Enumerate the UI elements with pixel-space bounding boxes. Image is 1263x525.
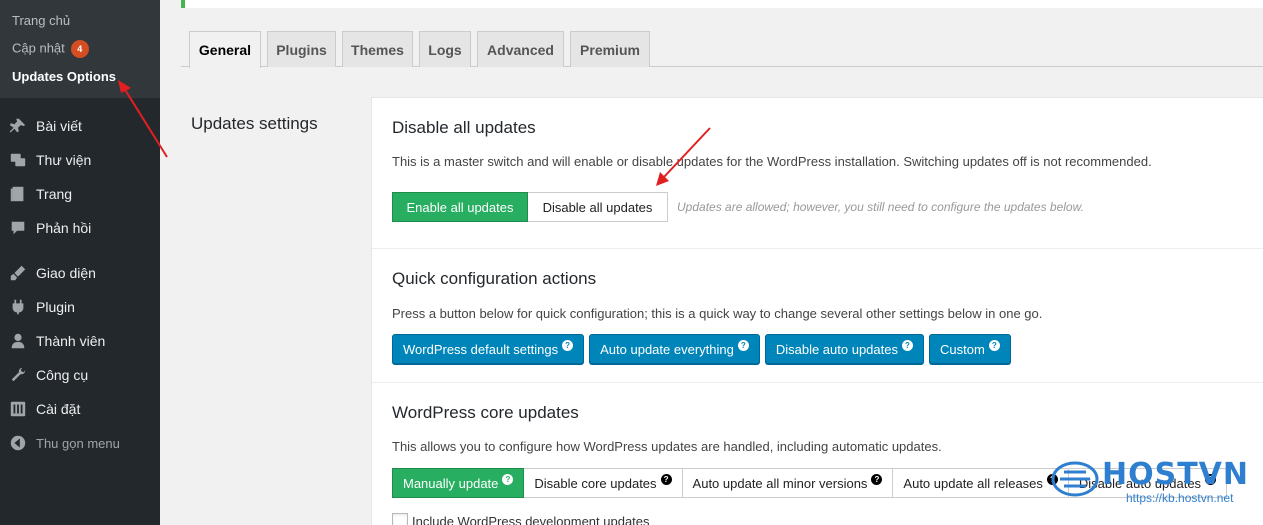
tab-themes[interactable]: Themes xyxy=(342,31,413,67)
section-divider xyxy=(372,248,1263,249)
pin-icon xyxy=(0,117,36,135)
tab-plugins[interactable]: Plugins xyxy=(267,31,336,67)
updates-settings-title: Updates settings xyxy=(191,114,318,133)
updates-submenu: Trang chủ Cập nhật 4 Updates Options xyxy=(0,0,160,98)
submenu-updates-label: Cập nhật xyxy=(12,40,65,56)
include-dev-updates-checkbox[interactable]: Include WordPress development updates xyxy=(392,513,650,525)
tab-general[interactable]: General xyxy=(189,31,261,68)
help-icon: ? xyxy=(660,473,672,485)
menu-appearance[interactable]: Giao diện xyxy=(0,256,160,290)
menu-pages-label: Trang xyxy=(36,186,73,202)
plugin-icon xyxy=(0,298,36,316)
checkbox-box[interactable] xyxy=(392,513,408,525)
quick-config-buttons: WordPress default settings? Auto update … xyxy=(392,334,1016,364)
tools-icon xyxy=(0,366,36,384)
auto-update-everything-button[interactable]: Auto update everything? xyxy=(589,334,760,364)
submenu-updates[interactable]: Cập nhật 4 xyxy=(12,40,89,58)
manually-update-label: Manually update xyxy=(403,475,499,491)
auto-update-minor-button[interactable]: Auto update all minor versions? xyxy=(682,468,894,498)
help-icon: ? xyxy=(871,473,883,485)
page-icon xyxy=(0,185,36,203)
appearance-icon xyxy=(0,264,36,282)
help-icon: ? xyxy=(737,339,749,351)
admin-sidebar: Trang chủ Cập nhật 4 Updates Options Bài … xyxy=(0,0,160,525)
menu-plugins[interactable]: Plugin xyxy=(0,290,160,324)
menu-media[interactable]: Thư viện xyxy=(0,143,160,177)
menu-media-label: Thư viện xyxy=(36,152,92,168)
quick-config-description: Press a button below for quick configura… xyxy=(392,306,1043,321)
disable-auto-updates-label: Disable auto updates xyxy=(775,341,898,357)
media-icon xyxy=(0,151,36,169)
menu-comments[interactable]: Phản hồi xyxy=(0,211,160,245)
wordpress-default-settings-label: WordPress default settings xyxy=(403,341,559,357)
menu-comments-label: Phản hồi xyxy=(36,220,92,236)
comments-icon xyxy=(0,219,36,237)
custom-button[interactable]: Custom? xyxy=(929,334,1011,364)
submenu-home[interactable]: Trang chủ xyxy=(12,13,70,28)
custom-label: Custom xyxy=(940,341,985,357)
settings-icon xyxy=(0,400,36,418)
menu-pages[interactable]: Trang xyxy=(0,177,160,211)
menu-users-label: Thành viên xyxy=(36,333,106,349)
disable-core-updates-button[interactable]: Disable core updates? xyxy=(524,468,683,498)
enable-all-updates-button[interactable]: Enable all updates xyxy=(392,192,528,222)
settings-tabs: General Plugins Themes Logs Advanced Pre… xyxy=(181,31,1263,68)
core-updates-heading: WordPress core updates xyxy=(392,403,579,422)
update-count-badge: 4 xyxy=(70,40,89,58)
tab-premium[interactable]: Premium xyxy=(570,31,650,67)
help-icon: ? xyxy=(988,339,1000,351)
submenu-updates-options[interactable]: Updates Options xyxy=(12,69,116,84)
collapse-menu-label: Thu gọn menu xyxy=(36,435,120,451)
menu-tools[interactable]: Công cụ xyxy=(0,358,160,392)
help-icon: ? xyxy=(902,339,913,351)
hostvn-logo-icon xyxy=(1051,461,1099,497)
tab-logs[interactable]: Logs xyxy=(419,31,471,67)
core-updates-description: This allows you to configure how WordPre… xyxy=(392,439,942,454)
users-icon xyxy=(0,332,36,350)
disable-auto-updates-button[interactable]: Disable auto updates? xyxy=(764,334,924,364)
master-switch-hint: Updates are allowed; however, you still … xyxy=(677,200,1084,214)
section-divider xyxy=(372,382,1263,383)
disable-core-updates-label: Disable core updates xyxy=(534,475,657,491)
collapse-icon xyxy=(0,434,36,452)
wordpress-default-settings-button[interactable]: WordPress default settings? xyxy=(392,334,585,364)
tab-advanced[interactable]: Advanced xyxy=(477,31,564,67)
disable-all-description: This is a master switch and will enable … xyxy=(392,154,1152,169)
menu-appearance-label: Giao diện xyxy=(36,265,96,281)
auto-update-all-releases-button[interactable]: Auto update all releases? xyxy=(893,468,1069,498)
menu-users[interactable]: Thành viên xyxy=(0,324,160,358)
hostvn-watermark: HOSTVN https://kb.hostvn.net xyxy=(1050,455,1255,515)
menu-tools-label: Công cụ xyxy=(36,367,89,383)
collapse-menu-button[interactable]: Thu gọn menu xyxy=(0,426,160,460)
help-icon: ? xyxy=(562,339,574,351)
disable-all-heading: Disable all updates xyxy=(392,118,536,137)
watermark-brand: HOSTVN xyxy=(1102,457,1250,492)
help-icon: ? xyxy=(502,473,514,485)
include-dev-updates-label: Include WordPress development updates xyxy=(412,513,650,525)
menu-posts-label: Bài viết xyxy=(36,118,82,134)
auto-update-minor-label: Auto update all minor versions xyxy=(692,475,868,491)
watermark-url: https://kb.hostvn.net xyxy=(1126,491,1234,505)
menu-settings[interactable]: Cài đặt xyxy=(0,392,160,426)
auto-update-all-releases-label: Auto update all releases xyxy=(903,475,1043,491)
disable-all-updates-button[interactable]: Disable all updates xyxy=(528,192,668,222)
manually-update-button[interactable]: Manually update? xyxy=(392,468,525,498)
auto-update-everything-label: Auto update everything xyxy=(600,341,734,357)
quick-config-heading: Quick configuration actions xyxy=(392,269,597,288)
master-switch-group: Enable all updates Disable all updates xyxy=(392,192,668,222)
menu-posts[interactable]: Bài viết xyxy=(0,109,160,143)
menu-plugins-label: Plugin xyxy=(36,299,75,315)
notice-strip xyxy=(181,0,1263,8)
menu-settings-label: Cài đặt xyxy=(36,401,81,417)
